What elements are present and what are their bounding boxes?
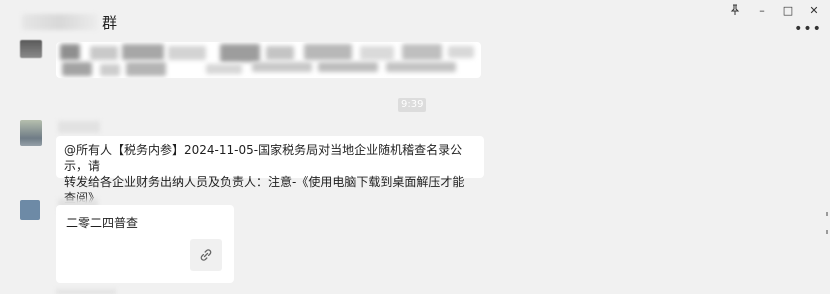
minimize-button[interactable]: – (749, 2, 775, 18)
link-card-title: 二零二四普查 (66, 216, 139, 230)
message-text: @所有人【税务内参】2024-11-05-国家税务局对当地企业随机稽查名录公示，… (64, 143, 465, 205)
avatar[interactable] (20, 200, 40, 220)
redacted-group-name (22, 14, 98, 30)
chat-title: 群 (102, 14, 118, 32)
avatar[interactable] (20, 120, 42, 146)
redacted-content (56, 289, 116, 294)
redacted-message-bubble[interactable] (56, 42, 481, 78)
scrollbar[interactable] (826, 230, 828, 234)
title-bar: 群 – □ ✕ ••• (0, 0, 830, 40)
link-card[interactable]: 二零二四普查 (56, 205, 234, 283)
message-bubble[interactable]: @所有人【税务内参】2024-11-05-国家税务局对当地企业随机稽查名录公示，… (56, 136, 484, 205)
link-icon (190, 239, 222, 271)
redacted-sender-name (58, 121, 100, 133)
scrollbar[interactable] (826, 212, 828, 216)
avatar[interactable] (20, 40, 42, 58)
timestamp: 9:39 (398, 98, 427, 112)
maximize-button[interactable]: □ (775, 2, 801, 18)
more-options-button[interactable]: ••• (794, 21, 821, 37)
pin-icon[interactable] (722, 2, 748, 18)
close-button[interactable]: ✕ (801, 2, 827, 18)
